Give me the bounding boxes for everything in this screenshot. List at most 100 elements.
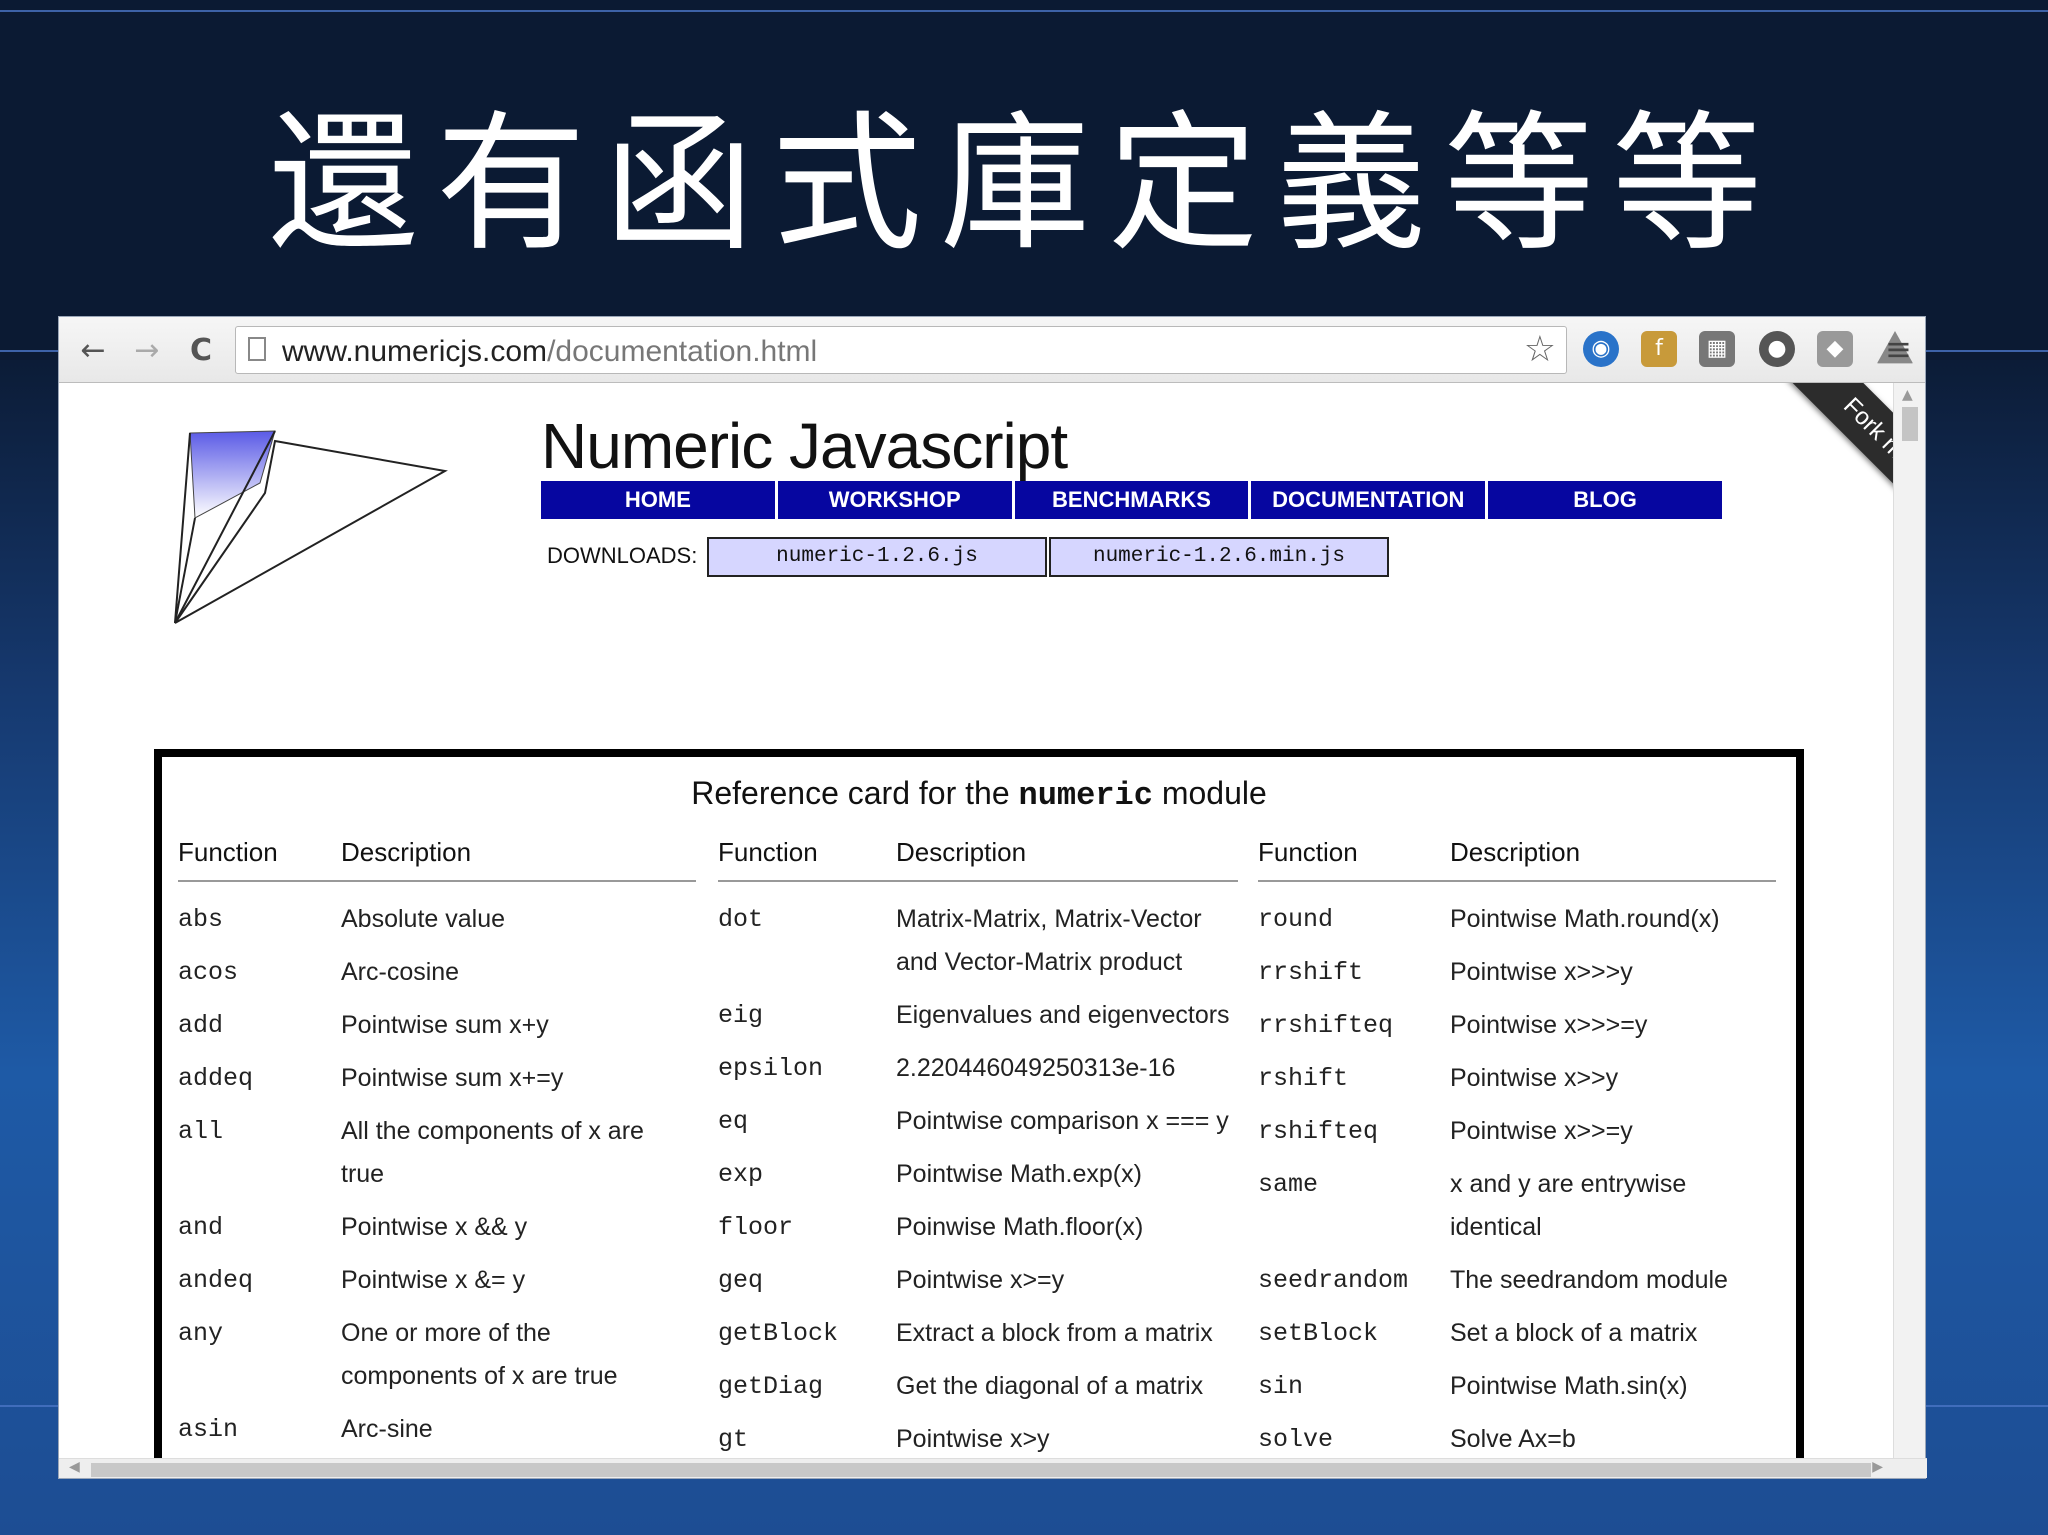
scroll-up-arrow-icon[interactable]: ▲ xyxy=(1902,387,1913,403)
function-name[interactable]: getBlock xyxy=(718,1302,896,1355)
function-name[interactable]: rshift xyxy=(1258,1047,1450,1100)
table-row: geq Pointwise x>=y xyxy=(718,1249,1238,1302)
vertical-scroll-thumb[interactable] xyxy=(1902,407,1918,441)
function-name[interactable]: andeq xyxy=(178,1249,341,1302)
menu-icon[interactable]: ≡ xyxy=(1885,331,1912,367)
scroll-left-arrow-icon[interactable]: ◀ xyxy=(69,1459,80,1475)
nav-benchmarks[interactable]: BENCHMARKS xyxy=(1014,481,1249,519)
function-description: Pointwise x>y xyxy=(896,1425,1050,1453)
table-row: epsilon 2.220446049250313e-16 xyxy=(718,1037,1238,1090)
table-row: addeq Pointwise sum x+=y xyxy=(178,1047,696,1100)
keyboard-icon[interactable]: ▦ xyxy=(1699,331,1735,367)
table-row: rshift Pointwise x>>y xyxy=(1258,1047,1776,1100)
col-header-function: Function xyxy=(1258,837,1450,882)
table-row: sin Pointwise Math.sin(x) xyxy=(1258,1355,1776,1408)
nav-documentation[interactable]: DOCUMENTATION xyxy=(1251,481,1486,519)
nav-home[interactable]: HOME xyxy=(541,481,775,519)
back-button[interactable]: ← xyxy=(73,331,113,371)
function-name[interactable]: exp xyxy=(718,1143,896,1196)
function-name[interactable]: abs xyxy=(178,881,341,941)
function-description: All the components of x are true xyxy=(341,1117,644,1188)
function-name[interactable]: all xyxy=(178,1100,341,1196)
forward-button[interactable]: → xyxy=(127,331,167,371)
function-description: Arc-sine xyxy=(341,1415,433,1443)
table-row: any One or more of the components of x ar… xyxy=(178,1302,696,1398)
function-description: Get the diagonal of a matrix xyxy=(896,1372,1204,1400)
nav-blog[interactable]: BLOG xyxy=(1488,481,1722,519)
function-description: Arc-cosine xyxy=(341,958,460,986)
function-name[interactable]: acos xyxy=(178,941,341,994)
function-name[interactable]: round xyxy=(1258,881,1450,941)
col-header-description: Description xyxy=(1450,837,1776,882)
function-name[interactable]: add xyxy=(178,994,341,1047)
refcard-title: Reference card for the numeric module xyxy=(691,775,1267,814)
site-nav: HOME WORKSHOP BENCHMARKS DOCUMENTATION B… xyxy=(541,481,1722,519)
numeric-logo xyxy=(174,430,448,624)
function-name[interactable]: dot xyxy=(718,881,896,984)
facebook-icon[interactable]: f xyxy=(1641,331,1677,367)
function-name[interactable]: floor xyxy=(718,1196,896,1249)
bookmark-star-icon[interactable]: ☆ xyxy=(1524,329,1556,370)
function-name[interactable]: rshifteq xyxy=(1258,1100,1450,1153)
function-name[interactable]: eig xyxy=(718,984,896,1037)
table-row: rrshifteq Pointwise x>>>=y xyxy=(1258,994,1776,1047)
function-description: Pointwise x>>>=y xyxy=(1450,1011,1648,1039)
function-name[interactable]: addeq xyxy=(178,1047,341,1100)
table-row: rshifteq Pointwise x>>=y xyxy=(1258,1100,1776,1153)
function-name[interactable]: getDiag xyxy=(718,1355,896,1408)
col3-body: round Pointwise Math.round(x) rrshift Point… xyxy=(1258,881,1776,1461)
scroll-right-arrow-icon[interactable]: ▶ xyxy=(1872,1459,1883,1475)
rss-icon[interactable]: ◉ xyxy=(1583,331,1619,367)
table-row: getDiag Get the diagonal of a matrix xyxy=(718,1355,1238,1408)
col-header-function: Function xyxy=(718,837,896,882)
function-name[interactable]: asin xyxy=(178,1398,341,1451)
function-name[interactable]: same xyxy=(1258,1153,1450,1249)
function-description: Pointwise x>=y xyxy=(896,1266,1065,1294)
refcard-column-3: Function Description round Pointwise Math… xyxy=(1258,837,1776,1461)
browser-window: ← → C www.numericjs.com/documentation.ht… xyxy=(58,316,1927,1479)
function-description: Pointwise Math.round(x) xyxy=(1450,905,1720,933)
nav-workshop[interactable]: WORKSHOP xyxy=(777,481,1012,519)
function-name[interactable]: eq xyxy=(718,1090,896,1143)
horizontal-scroll-thumb[interactable] xyxy=(91,1463,1871,1477)
dropbox-icon[interactable]: ◆ xyxy=(1817,331,1853,367)
function-description: Pointwise Math.exp(x) xyxy=(896,1160,1142,1188)
function-name[interactable]: and xyxy=(178,1196,341,1249)
table-row: all All the components of x are true xyxy=(178,1100,696,1196)
function-description: Eigenvalues and eigenvectors xyxy=(896,1001,1230,1029)
function-name[interactable]: sin xyxy=(1258,1355,1450,1408)
table-row: seedrandom The seedrandom module xyxy=(1258,1249,1776,1302)
table-row: add Pointwise sum x+y xyxy=(178,994,696,1047)
reload-button[interactable]: C xyxy=(181,331,221,371)
table-row: floor Poinwise Math.floor(x) xyxy=(718,1196,1238,1249)
col1-body: abs Absolute value acos Arc-cosine add Pointw… xyxy=(178,881,696,1451)
page-content: Numeric Javascript HOME WORKSHOP BENCHMA… xyxy=(59,383,1895,1461)
function-description: One or more of the components of x are t… xyxy=(341,1319,618,1390)
function-description: Pointwise x>>=y xyxy=(1450,1117,1633,1145)
function-name[interactable]: geq xyxy=(718,1249,896,1302)
download-numeric-min-js[interactable]: numeric-1.2.6.min.js xyxy=(1049,537,1389,577)
function-name[interactable]: solve xyxy=(1258,1408,1450,1461)
table-row: same x and y are entrywise identical xyxy=(1258,1153,1776,1249)
function-name[interactable]: epsilon xyxy=(718,1037,896,1090)
function-description: Poinwise Math.floor(x) xyxy=(896,1213,1144,1241)
function-description: Set a block of a matrix xyxy=(1450,1319,1698,1347)
function-description: Pointwise x>>y xyxy=(1450,1064,1619,1092)
vertical-scrollbar[interactable]: ▲ xyxy=(1893,383,1925,1461)
function-description: Matrix-Matrix, Matrix-Vector and Vector-… xyxy=(896,905,1202,976)
table-row: solve Solve Ax=b xyxy=(1258,1408,1776,1461)
address-bar[interactable]: www.numericjs.com/documentation.html ☆ xyxy=(235,326,1567,374)
function-name[interactable]: rrshifteq xyxy=(1258,994,1450,1047)
function-name[interactable]: seedrandom xyxy=(1258,1249,1450,1302)
function-name[interactable]: gt xyxy=(718,1408,896,1461)
function-name[interactable]: setBlock xyxy=(1258,1302,1450,1355)
function-name[interactable]: rrshift xyxy=(1258,941,1450,994)
horizontal-scrollbar[interactable]: ◀ ▶ xyxy=(59,1458,1927,1478)
function-name[interactable]: any xyxy=(178,1302,341,1398)
record-icon[interactable]: ● xyxy=(1759,331,1795,367)
github-ribbon[interactable]: Fork me on GitHub xyxy=(1788,383,1895,605)
slide-rule-top xyxy=(0,10,2048,12)
download-numeric-js[interactable]: numeric-1.2.6.js xyxy=(707,537,1047,577)
table-row: exp Pointwise Math.exp(x) xyxy=(718,1143,1238,1196)
col2-body: dot Matrix-Matrix, Matrix-Vector and Vect… xyxy=(718,881,1238,1461)
